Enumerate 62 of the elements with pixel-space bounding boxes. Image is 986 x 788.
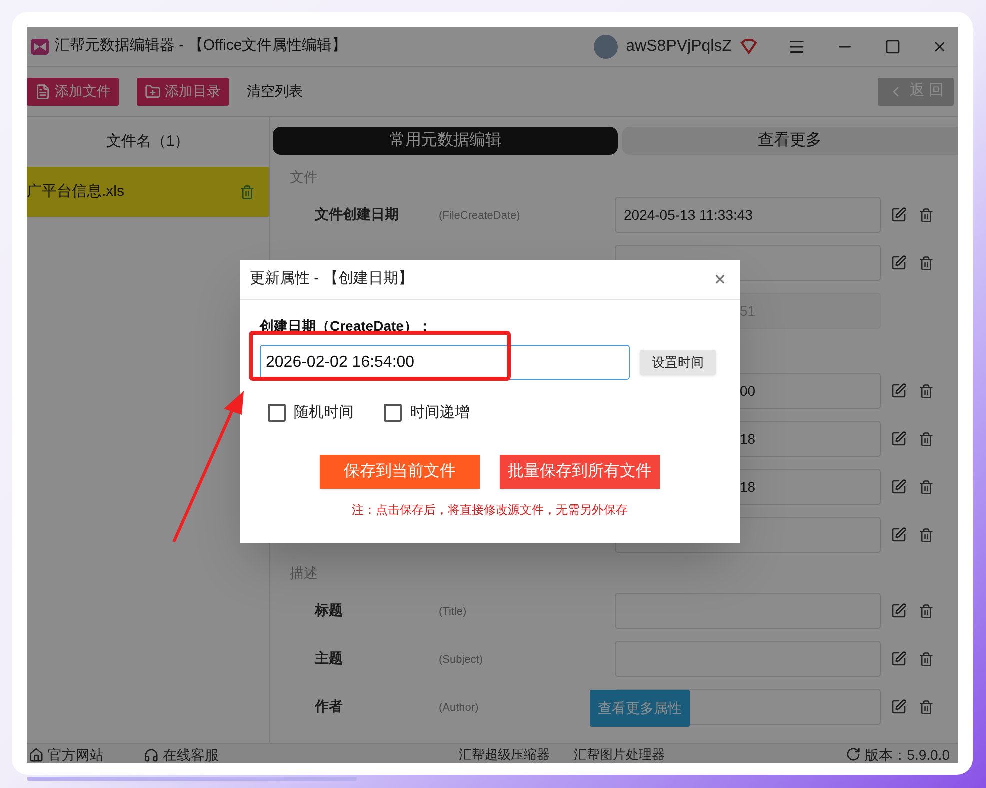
field-hint: (Author) xyxy=(439,702,479,714)
edit-icon[interactable] xyxy=(891,603,907,619)
trash-icon[interactable] xyxy=(919,528,934,542)
edit-icon[interactable] xyxy=(891,699,907,715)
checkbox[interactable] xyxy=(384,404,402,422)
trash-icon[interactable] xyxy=(919,256,934,270)
checkbox[interactable] xyxy=(268,404,286,422)
field-label: 主题 xyxy=(315,650,343,666)
status-link[interactable]: 官方网站 xyxy=(48,745,104,763)
toolbar-button[interactable]: 添加文件 xyxy=(27,78,119,106)
file-list-header: 文件名（1） xyxy=(105,132,191,152)
toolbar-button[interactable]: 添加目录 xyxy=(137,78,229,106)
trash-icon[interactable] xyxy=(919,208,934,222)
edit-icon[interactable] xyxy=(891,479,907,495)
value-field[interactable]: 2024-05-13 11:33:43 xyxy=(615,197,881,233)
status-link[interactable]: 在线客服 xyxy=(163,745,219,763)
bowtie-logo-icon xyxy=(31,38,49,54)
save-button[interactable]: 批量保存到所有文件 xyxy=(500,454,660,488)
edit-icon[interactable] xyxy=(891,383,907,399)
section-title: 文件 xyxy=(290,168,319,186)
folder-plus-icon xyxy=(145,84,161,100)
product-link[interactable]: 汇帮超级压缩器 xyxy=(459,745,550,763)
file-name: 广平台信息.xls xyxy=(27,182,124,202)
edit-icon[interactable] xyxy=(891,255,907,271)
edit-icon[interactable] xyxy=(891,207,907,223)
field-hint: (Title) xyxy=(439,606,467,618)
edit-icon[interactable] xyxy=(891,527,907,543)
trash-icon[interactable] xyxy=(919,480,934,494)
version-text: 版本：5.9.0.0 xyxy=(865,746,950,763)
maximize-icon[interactable] xyxy=(884,38,902,54)
edit-icon[interactable] xyxy=(891,431,907,447)
product-link[interactable]: 汇帮图片处理器 xyxy=(574,745,665,763)
file-item[interactable]: 广平台信息.xls xyxy=(27,167,269,217)
trash-icon[interactable] xyxy=(919,652,934,666)
field-hint: (FileCreateDate) xyxy=(439,210,520,222)
trash-icon[interactable] xyxy=(919,700,934,714)
document-icon xyxy=(35,84,51,100)
diamond-icon xyxy=(740,38,758,54)
avatar-icon xyxy=(594,34,618,58)
window-title: 汇帮元数据编辑器 - 【Office文件属性编辑】 xyxy=(55,36,348,56)
tab[interactable]: 查看更多 xyxy=(622,127,958,155)
trash-icon[interactable] xyxy=(919,604,934,618)
headset-icon xyxy=(144,748,159,763)
trash-icon[interactable] xyxy=(919,432,934,446)
home-icon xyxy=(29,748,44,763)
checkbox-label: 时间递增 xyxy=(410,403,470,423)
tab[interactable]: 常用元数据编辑 xyxy=(273,127,618,155)
field-hint: (Subject) xyxy=(439,654,484,666)
scrollbar-thumb[interactable] xyxy=(27,777,357,781)
close-button[interactable]: × xyxy=(710,270,730,290)
username: awS8PVjPqlsZ xyxy=(626,36,732,56)
dialog-title: 更新属性 - 【创建日期】 xyxy=(250,269,414,290)
save-button[interactable]: 保存到当前文件 xyxy=(320,454,480,488)
set-time-button[interactable]: 设置时间 xyxy=(640,350,716,375)
field-label: 作者 xyxy=(315,698,343,714)
trash-icon[interactable] xyxy=(919,384,934,398)
checkbox-label: 随机时间 xyxy=(294,403,354,423)
clear-list-link[interactable]: 清空列表 xyxy=(247,81,303,102)
refresh-icon[interactable] xyxy=(846,747,862,762)
edit-icon[interactable] xyxy=(891,651,907,667)
field-label: 文件创建日期 xyxy=(315,206,399,222)
field-label: 标题 xyxy=(315,602,343,618)
